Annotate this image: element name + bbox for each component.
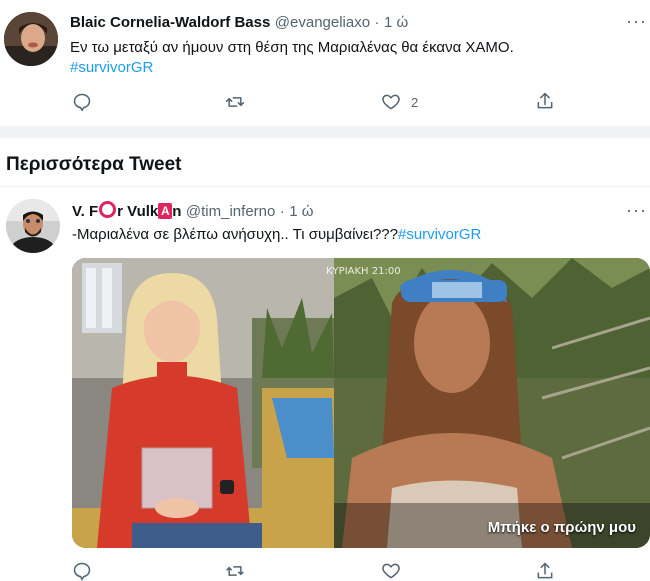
heart-icon [382,94,400,110]
more-icon[interactable]: ··· [626,201,647,219]
separator-dot: · [279,203,285,220]
share-icon [537,562,553,579]
section-divider [0,126,650,138]
heart-icon [382,563,400,579]
timestamp[interactable]: 1 ώ [289,203,313,220]
media-overlay-schedule: ΚΥΡΙΑΚΗ 21:00 [326,266,401,277]
avatar[interactable] [6,199,60,253]
avatar-image [6,199,60,253]
tweet-text: Εν τω μεταξύ αν ήμουν στη θέση της Μαρια… [70,39,514,56]
avatar-image [4,12,58,66]
tweet-media-image[interactable]: ΚΥΡΙΑΚΗ 21:00 Μπήκε ο πρώην μου [72,258,650,548]
share-button[interactable] [535,91,555,111]
section-title: Περισσότερα Tweet [6,154,182,175]
share-icon [537,92,553,109]
retweet-icon [225,97,245,107]
share-button[interactable] [535,561,555,581]
retweet-button[interactable] [224,92,246,112]
media-caption: Μπήκε ο πρώην μου [487,519,636,536]
reply-button[interactable] [72,561,92,581]
reply-icon [73,93,91,112]
author-name[interactable]: V. F r Vulk An [72,201,182,220]
like-button[interactable] [380,561,402,581]
name-part-3: n [172,203,182,220]
red-circle-emoji [99,201,117,218]
media-illustration [72,258,650,548]
tweet-1[interactable]: Blaic Cornelia-Waldorf Bass @evangeliaxo… [0,0,650,125]
reply-icon [73,562,91,581]
author-handle[interactable]: @tim_inferno [186,203,275,220]
retweet-button[interactable] [224,561,246,581]
hashtag-link[interactable]: #survivorGR [398,226,481,243]
more-icon[interactable]: ··· [626,12,647,30]
name-part-1: V. F [72,203,99,220]
a-button-emoji: A [158,203,173,219]
name-part-2: r Vulk [117,203,159,220]
avatar[interactable] [4,12,58,66]
author-handle[interactable]: @evangeliaxo [275,14,370,31]
like-button[interactable]: 2 [380,92,418,112]
like-count: 2 [411,94,419,110]
separator-dot: · [374,14,380,31]
retweet-icon [226,566,244,576]
author-name[interactable]: Blaic Cornelia-Waldorf Bass [70,14,270,31]
reply-button[interactable] [72,92,92,112]
hashtag-link[interactable]: #survivorGR [70,59,153,76]
tweet-text: -Μαριαλένα σε βλέπω ανήσυχη.. Τι συμβαίν… [72,226,398,243]
timestamp[interactable]: 1 ώ [384,14,408,31]
